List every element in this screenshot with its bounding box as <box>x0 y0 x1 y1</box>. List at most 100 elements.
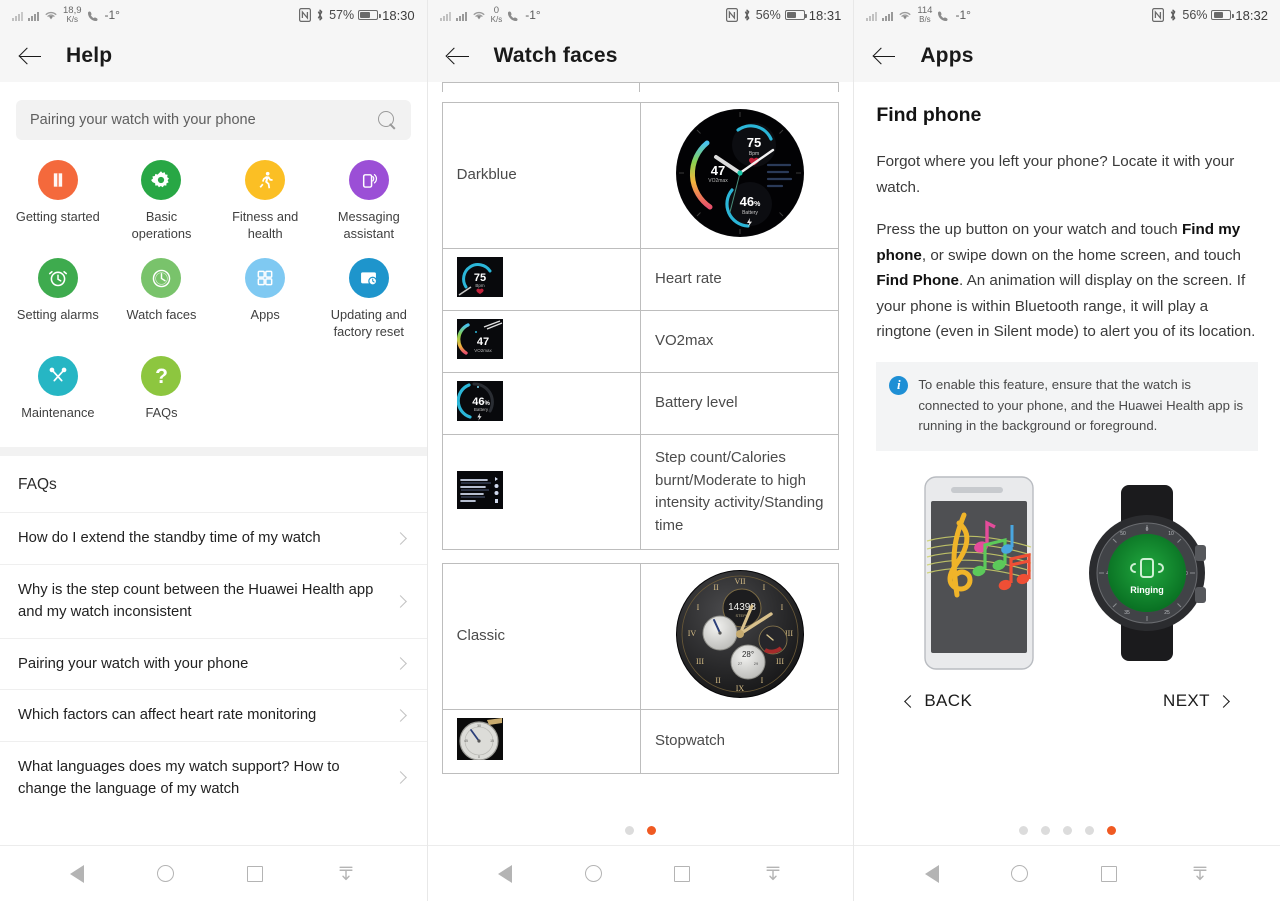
watch-faces-scroll[interactable]: Darkblue 75 Bpm 46% Battery 47 VO2max 75… <box>428 82 854 774</box>
bluetooth-icon <box>1171 9 1176 21</box>
nav-home-icon[interactable] <box>1011 865 1029 882</box>
table-row[interactable]: 30 15 0 45 Stopwatch <box>441 709 840 774</box>
section-heading: Find phone <box>876 104 982 126</box>
clock: 18:31 <box>808 7 842 23</box>
tile-updating-and-factory-reset[interactable]: Updating and factory reset <box>317 258 421 340</box>
back-arrow-icon[interactable] <box>446 43 472 69</box>
table-row[interactable]: Classic VII I II I I IV III III III II I… <box>441 563 840 710</box>
svg-text:29: 29 <box>753 661 758 666</box>
find-phone-illustration: 50010 4020 3525 <box>876 473 1258 673</box>
tile-fitness-and-health[interactable]: Fitness and health <box>213 160 317 242</box>
app-bar-watch-faces: Watch faces <box>427 30 854 82</box>
panel-help: 18,9 K/s -1° 57% 18:30 Help Pairing your… <box>0 0 427 901</box>
faq-item[interactable]: Pairing your watch with your phone <box>0 637 427 689</box>
tile-setting-alarms[interactable]: Setting alarms <box>6 258 110 340</box>
next-button[interactable]: NEXT <box>1163 691 1230 711</box>
faq-list: How do I extend the standby time of my w… <box>0 512 427 814</box>
signal-bars-2-icon <box>28 10 39 21</box>
faq-item[interactable]: How do I extend the standby time of my w… <box>0 512 427 563</box>
nav-home-icon[interactable] <box>584 865 602 882</box>
watch-face-preview: 75 Bpm 46% Battery 47 VO2max <box>639 102 840 249</box>
nav-home-icon[interactable] <box>157 865 175 882</box>
watch-faces-content: Darkblue 75 Bpm 46% Battery 47 VO2max 75… <box>427 82 854 845</box>
nav-recents-icon[interactable] <box>247 865 264 882</box>
page-title: Apps <box>920 44 974 67</box>
battery-percent: 57% <box>329 8 355 22</box>
search-value: Pairing your watch with your phone <box>30 112 256 128</box>
watch-face-name: Darkblue <box>441 102 641 249</box>
svg-text:75: 75 <box>746 135 760 150</box>
search-icon[interactable] <box>377 110 397 130</box>
watch-face-label: Battery level <box>639 372 840 435</box>
tile-watch-faces[interactable]: Watch faces <box>110 258 214 340</box>
page-title: Watch faces <box>493 44 618 67</box>
wifi-icon <box>899 11 911 20</box>
page-dot[interactable] <box>624 826 634 835</box>
nav-recents-icon[interactable] <box>674 865 691 882</box>
watch-ringing-illustration: 50010 4020 3525 <box>1089 485 1207 662</box>
bluetooth-icon <box>744 9 750 21</box>
back-arrow-icon[interactable] <box>18 43 44 69</box>
help-content: Pairing your watch with your phone Getti… <box>0 82 427 845</box>
grid-apps-icon <box>245 258 286 299</box>
page-dot-active[interactable] <box>646 826 656 835</box>
nav-back-icon[interactable] <box>70 864 85 883</box>
nav-back-icon[interactable] <box>924 864 939 883</box>
bluetooth-icon <box>317 9 323 21</box>
page-dot[interactable] <box>1062 826 1072 835</box>
signal-bars-2-icon <box>882 10 894 21</box>
three-panel-screenshot: 18,9 K/s -1° 57% 18:30 Help Pairing your… <box>0 0 1280 901</box>
network-rate: 114 B/s <box>917 5 933 24</box>
page-dot[interactable] <box>1040 826 1050 835</box>
table-row[interactable]: 75 Bpm Heart rate <box>441 248 840 311</box>
tile-maintenance[interactable]: Maintenance <box>6 356 110 421</box>
back-arrow-icon[interactable] <box>872 43 898 69</box>
darkblue-face-art: 75 Bpm 46% Battery 47 VO2max <box>675 109 804 237</box>
system-nav-bar <box>0 845 427 901</box>
faq-item[interactable]: Which factors can affect heart rate moni… <box>0 689 427 740</box>
svg-text:35: 35 <box>1124 610 1130 616</box>
page-dot-active[interactable] <box>1106 826 1116 835</box>
chevron-right-icon <box>393 771 407 785</box>
tile-messaging-assistant[interactable]: Messaging assistant <box>317 160 421 242</box>
tile-getting-started[interactable]: Getting started <box>6 160 110 242</box>
page-dots <box>428 826 854 835</box>
svg-text:25: 25 <box>1164 610 1170 616</box>
nav-recents-icon[interactable] <box>1100 865 1117 882</box>
table-row[interactable]: 46% Battery Battery level <box>441 372 840 435</box>
info-note-box: i To enable this feature, ensure that th… <box>876 361 1258 452</box>
faq-section-title: FAQs <box>18 476 57 494</box>
status-bar: 18,9 K/s -1° 57% 18:30 <box>0 0 427 30</box>
table-row[interactable]: Step count/Calories burnt/Moderate to hi… <box>441 434 840 550</box>
svg-text:0: 0 <box>478 755 480 759</box>
question-mark-icon: ? <box>141 356 182 397</box>
page-dot[interactable] <box>1018 826 1028 835</box>
tile-faqs[interactable]: ? FAQs <box>110 356 214 421</box>
table-row[interactable]: Darkblue 75 Bpm 46% Battery 47 VO2max <box>441 102 840 249</box>
chevron-right-icon <box>393 708 407 722</box>
panel-watch-faces: 0 K/s -1° 56% 18:31 Watch faces Darkblue… <box>426 0 854 901</box>
nav-notification-pull-icon[interactable] <box>763 864 783 884</box>
nav-notification-pull-icon[interactable] <box>1190 864 1210 884</box>
heart-rate-thumb-art: 75 Bpm <box>456 257 503 297</box>
watch-face-name: Classic <box>441 563 641 710</box>
temperature: -1° <box>955 8 971 22</box>
tile-basic-operations[interactable]: Basic operations <box>110 160 214 242</box>
faq-item[interactable]: Why is the step count between the Huawei… <box>0 563 427 638</box>
tile-apps[interactable]: Apps <box>213 258 317 340</box>
svg-text:I: I <box>762 583 765 592</box>
signal-bars-1-icon <box>439 10 451 21</box>
svg-text:Battery: Battery <box>742 210 758 216</box>
nav-notification-pull-icon[interactable] <box>336 864 356 884</box>
search-input[interactable]: Pairing your watch with your phone <box>16 100 411 140</box>
table-row[interactable]: 47 VO2max VO2max <box>441 310 840 373</box>
svg-text:30: 30 <box>477 724 481 728</box>
apps-content: Find phone Forgot where you left your ph… <box>854 82 1280 845</box>
page-dot[interactable] <box>1084 826 1094 835</box>
runner-icon <box>245 160 286 200</box>
system-nav-bar <box>427 845 854 901</box>
app-bar-help: Help <box>0 30 427 82</box>
back-button[interactable]: BACK <box>904 691 972 711</box>
faq-item[interactable]: What languages does my watch support? Ho… <box>0 740 427 815</box>
nav-back-icon[interactable] <box>497 864 512 883</box>
